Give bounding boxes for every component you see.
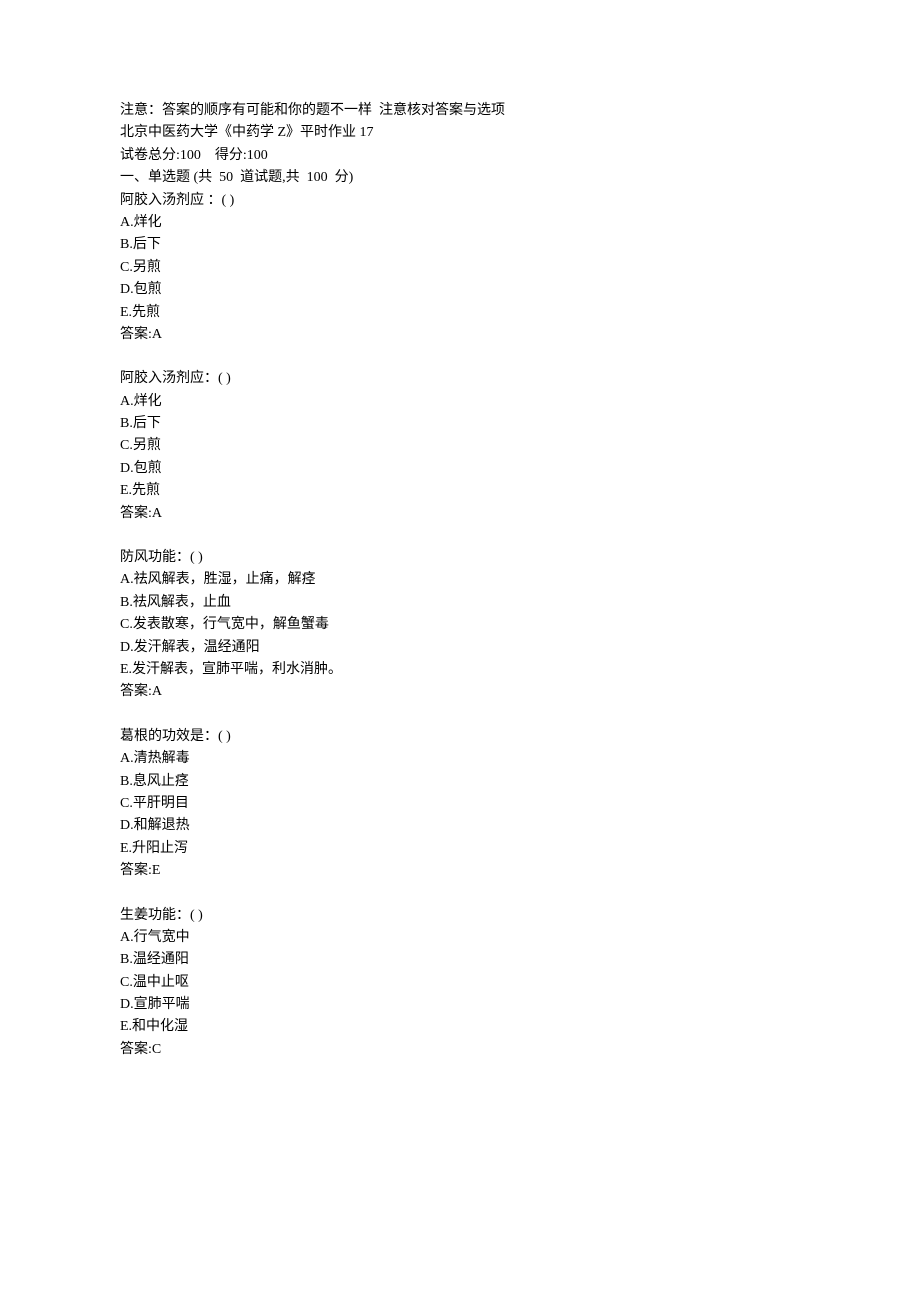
- option: B.祛风解表，止血: [120, 592, 800, 614]
- option: D.和解退热: [120, 815, 800, 837]
- answer: 答案:A: [120, 681, 800, 703]
- question-stem: 葛根的功效是：( ): [120, 726, 800, 748]
- option: D.宣肺平喘: [120, 994, 800, 1016]
- option: E.和中化湿: [120, 1016, 800, 1038]
- notice-text: 注意：答案的顺序有可能和你的题不一样 注意核对答案与选项: [120, 100, 800, 122]
- question-stem: 阿胶入汤剂应 ：( ): [120, 190, 800, 212]
- question-stem: 生姜功能：( ): [120, 905, 800, 927]
- option: B.后下: [120, 234, 800, 256]
- option: C.温中止呕: [120, 972, 800, 994]
- option: C.另煎: [120, 257, 800, 279]
- question-block: 生姜功能：( ) A.行气宽中 B.温经通阳 C.温中止呕 D.宣肺平喘 E.和…: [120, 905, 800, 1062]
- option: B.息风止痉: [120, 771, 800, 793]
- question-stem: 防风功能：( ): [120, 547, 800, 569]
- option: A.烊化: [120, 391, 800, 413]
- option: A.清热解毒: [120, 748, 800, 770]
- question-stem: 阿胶入汤剂应：( ): [120, 368, 800, 390]
- option: E.先煎: [120, 302, 800, 324]
- option: B.温经通阳: [120, 949, 800, 971]
- course-title: 北京中医药大学《中药学 Z》平时作业 17: [120, 122, 800, 144]
- option: E.发汗解表，宣肺平喘，利水消肿。: [120, 659, 800, 681]
- question-block: 防风功能：( ) A.祛风解表，胜湿，止痛，解痉 B.祛风解表，止血 C.发表散…: [120, 547, 800, 704]
- question-block: 阿胶入汤剂应：( ) A.烊化 B.后下 C.另煎 D.包煎 E.先煎 答案:A: [120, 368, 800, 525]
- answer: 答案:A: [120, 324, 800, 346]
- option: A.祛风解表，胜湿，止痛，解痉: [120, 569, 800, 591]
- option: A.行气宽中: [120, 927, 800, 949]
- option: C.发表散寒，行气宽中，解鱼蟹毒: [120, 614, 800, 636]
- answer: 答案:A: [120, 503, 800, 525]
- option: C.另煎: [120, 435, 800, 457]
- option: D.发汗解表，温经通阳: [120, 637, 800, 659]
- answer: 答案:E: [120, 860, 800, 882]
- option: D.包煎: [120, 279, 800, 301]
- option: E.升阳止泻: [120, 838, 800, 860]
- question-block: 阿胶入汤剂应 ：( ) A.烊化 B.后下 C.另煎 D.包煎 E.先煎 答案:…: [120, 190, 800, 347]
- section-title: 一、单选题 (共 50 道试题,共 100 分): [120, 167, 800, 189]
- option: A.烊化: [120, 212, 800, 234]
- option: E.先煎: [120, 480, 800, 502]
- score-info: 试卷总分:100 得分:100: [120, 145, 800, 167]
- option: D.包煎: [120, 458, 800, 480]
- option: B.后下: [120, 413, 800, 435]
- option: C.平肝明目: [120, 793, 800, 815]
- answer: 答案:C: [120, 1039, 800, 1061]
- question-block: 葛根的功效是：( ) A.清热解毒 B.息风止痉 C.平肝明目 D.和解退热 E…: [120, 726, 800, 883]
